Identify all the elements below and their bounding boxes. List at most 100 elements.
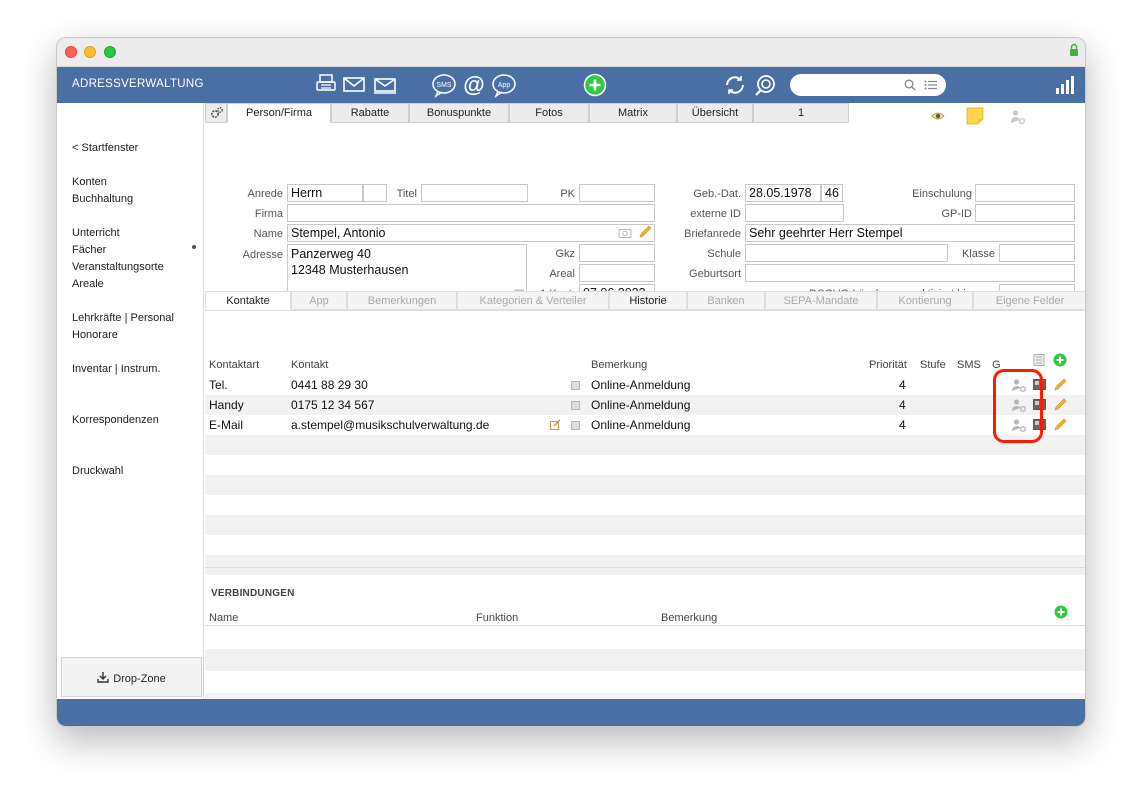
sidebar-item-veranstaltungsorte[interactable]: Veranstaltungsorte	[72, 261, 164, 273]
tab-settings[interactable]	[205, 103, 227, 123]
name-value: Stempel, Antonio	[291, 226, 386, 240]
gp-id-field[interactable]	[975, 204, 1075, 222]
pencil-icon[interactable]	[1053, 378, 1067, 392]
sidebar-item-areale[interactable]: Areale	[72, 278, 104, 290]
main-panel: Person/Firma Rabatte Bonuspunkte Fotos M…	[205, 103, 1085, 699]
col-funktion[interactable]: Funktion	[476, 612, 518, 624]
sidebar-item-lehrkraefte[interactable]: Lehrkräfte | Personal	[72, 312, 174, 324]
tab-bonuspunkte[interactable]: Bonuspunkte	[409, 103, 509, 123]
minimize-window-button[interactable]	[84, 46, 96, 58]
sidebar-item-inventar[interactable]: Inventar | Instrum.	[72, 363, 160, 375]
tab-fotos[interactable]: Fotos	[509, 103, 589, 123]
subtab-kategorien[interactable]: Kategorien & Verteiler	[457, 291, 609, 310]
col-verbindung-bemerkung[interactable]: Bemerkung	[661, 612, 717, 624]
col-bemerkung[interactable]: Bemerkung	[591, 359, 647, 371]
printer-icon[interactable]	[314, 72, 338, 96]
subtab-kontakte[interactable]: Kontakte	[205, 291, 291, 310]
person-gear-icon[interactable]	[1010, 109, 1026, 125]
areal-field[interactable]	[579, 264, 655, 282]
externe-id-label: externe ID	[690, 208, 741, 220]
subtab-eigene-felder[interactable]: Eigene Felder	[973, 291, 1085, 310]
externe-id-field[interactable]	[745, 204, 844, 222]
doc-icon[interactable]	[571, 401, 580, 410]
sms-icon[interactable]: SMS	[431, 72, 457, 98]
col-prioritaet[interactable]: Priorität	[869, 359, 907, 371]
pencil-icon[interactable]	[1053, 398, 1067, 412]
maximize-window-button[interactable]	[104, 46, 116, 58]
titel-field[interactable]	[421, 184, 528, 202]
add-connection-icon[interactable]	[1054, 605, 1068, 619]
doc-icon[interactable]	[571, 421, 580, 430]
app-icon[interactable]: App	[491, 72, 517, 98]
anrede-field[interactable]: Herrn	[287, 184, 363, 202]
refresh-icon[interactable]	[723, 73, 747, 97]
gkz-field[interactable]	[579, 244, 655, 262]
pencil-icon[interactable]	[1053, 418, 1067, 432]
sidebar-item-buchhaltung[interactable]: Buchhaltung	[72, 193, 133, 205]
empty-row	[205, 555, 1085, 575]
sidebar-item-startfenster[interactable]: < Startfenster	[72, 142, 138, 154]
search-input[interactable]	[790, 74, 946, 96]
col-name[interactable]: Name	[209, 612, 238, 624]
row-kontakt: 0441 88 29 30	[291, 378, 368, 392]
sidebar-item-honorare[interactable]: Honorare	[72, 329, 118, 341]
sidebar-item-faecher[interactable]: Fächer	[72, 244, 106, 256]
subtab-kontierung[interactable]: Kontierung	[877, 291, 973, 310]
sidebar-item-korrespondenzen[interactable]: Korrespondenzen	[72, 414, 159, 426]
sidebar-item-konten[interactable]: Konten	[72, 176, 107, 188]
col-stufe[interactable]: Stufe	[920, 359, 946, 371]
sidebar-item-druckwahl[interactable]: Druckwahl	[72, 465, 123, 477]
pk-label: PK	[560, 188, 575, 200]
at-icon[interactable]: @	[461, 72, 487, 98]
list-icon[interactable]	[924, 80, 938, 90]
app-window: ADRESSVERWALTUNG SMS @ App < Startfenste…	[56, 37, 1086, 727]
close-window-button[interactable]	[65, 46, 77, 58]
envelope-stack-icon[interactable]	[372, 72, 398, 96]
list-doc-icon[interactable]	[1033, 354, 1045, 366]
name-field[interactable]: Stempel, Antonio	[287, 224, 655, 242]
envelope-icon[interactable]	[342, 72, 366, 96]
download-icon	[97, 672, 109, 683]
eye-icon[interactable]	[931, 110, 945, 122]
col-kontaktart[interactable]: Kontaktart	[209, 359, 259, 371]
klasse-field[interactable]	[999, 244, 1075, 262]
subtab-app[interactable]: App	[291, 291, 347, 310]
col-sms[interactable]: SMS	[957, 359, 981, 371]
camera-icon[interactable]	[618, 227, 632, 238]
geb-field[interactable]: 28.05.1978	[745, 184, 821, 202]
briefanrede-field[interactable]: Sehr geehrter Herr Stempel	[745, 224, 1075, 242]
drop-zone-label: Drop-Zone	[113, 673, 166, 685]
note-icon[interactable]	[966, 107, 984, 125]
tab-matrix[interactable]: Matrix	[589, 103, 677, 123]
drop-zone[interactable]: Drop-Zone	[61, 657, 202, 697]
tab-one[interactable]: 1	[753, 103, 849, 123]
subtab-sepa[interactable]: SEPA-Mandate	[765, 291, 877, 310]
table-row[interactable]: Tel. 0441 88 29 30 Online-Anmeldung 4	[205, 375, 1085, 395]
signal-icon[interactable]	[1055, 75, 1075, 95]
tab-rabatte[interactable]: Rabatte	[331, 103, 409, 123]
compose-icon[interactable]	[550, 419, 561, 430]
table-row[interactable]: E-Mail a.stempel@musikschulverwaltung.de…	[205, 415, 1085, 435]
subtab-banken[interactable]: Banken	[687, 291, 765, 310]
firma-field[interactable]	[287, 204, 655, 222]
lock-icon	[1070, 43, 1078, 56]
tab-person-firma[interactable]: Person/Firma	[227, 103, 331, 123]
verbindungen-title: VERBINDUNGEN	[211, 588, 295, 599]
pencil-icon[interactable]	[638, 225, 652, 239]
table-row[interactable]: Handy 0175 12 34 567 Online-Anmeldung 4	[205, 395, 1085, 415]
subtab-historie[interactable]: Historie	[609, 291, 687, 310]
sidebar-item-unterricht[interactable]: Unterricht	[72, 227, 120, 239]
add-contact-icon[interactable]	[1053, 353, 1067, 367]
subtab-bemerkungen[interactable]: Bemerkungen	[347, 291, 457, 310]
row-art: Tel.	[209, 378, 228, 392]
add-icon[interactable]	[583, 73, 607, 97]
search-icon[interactable]	[753, 73, 777, 97]
pk-field[interactable]	[579, 184, 655, 202]
schule-field[interactable]	[745, 244, 948, 262]
tab-uebersicht[interactable]: Übersicht	[677, 103, 753, 123]
einschulung-field[interactable]	[975, 184, 1075, 202]
doc-icon[interactable]	[571, 381, 580, 390]
geburtsort-field[interactable]	[745, 264, 1075, 282]
geburtsort-label: Geburtsort	[689, 268, 741, 280]
col-kontakt[interactable]: Kontakt	[291, 359, 328, 371]
